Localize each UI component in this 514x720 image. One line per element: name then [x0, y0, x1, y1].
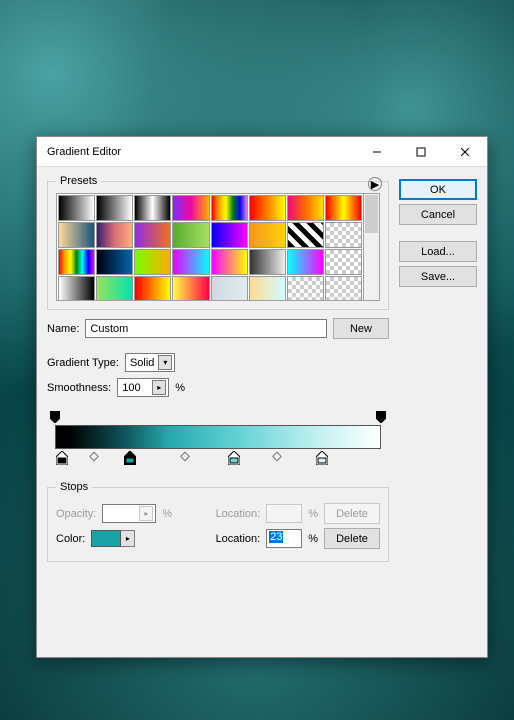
- chevron-right-icon: ▸: [139, 506, 153, 521]
- opacity-location-label: Location:: [216, 508, 261, 520]
- preset-swatch[interactable]: [211, 195, 248, 221]
- scrollbar-thumb[interactable]: [365, 195, 378, 233]
- name-label: Name:: [47, 323, 79, 335]
- preset-swatch[interactable]: [58, 249, 95, 275]
- cancel-button[interactable]: Cancel: [399, 204, 477, 225]
- midpoint-marker[interactable]: [272, 452, 282, 462]
- preset-swatch[interactable]: [172, 222, 209, 248]
- color-stop[interactable]: [56, 451, 68, 468]
- preset-swatch[interactable]: [287, 249, 324, 275]
- midpoint-marker[interactable]: [89, 452, 99, 462]
- chevron-down-icon: ▾: [158, 355, 172, 370]
- smoothness-input[interactable]: 100 ▸: [117, 378, 169, 397]
- delete-opacity-stop-button: Delete: [324, 503, 380, 524]
- preset-swatch[interactable]: [325, 276, 362, 301]
- color-location-input[interactable]: 23: [266, 529, 302, 548]
- save-button[interactable]: Save...: [399, 266, 477, 287]
- name-input[interactable]: [85, 319, 327, 338]
- preset-swatch[interactable]: [58, 276, 95, 301]
- gradient-preview-area: [47, 411, 389, 475]
- midpoint-marker[interactable]: [180, 452, 190, 462]
- opacity-stop[interactable]: [376, 411, 386, 421]
- gradient-bar[interactable]: [55, 425, 381, 449]
- preset-swatch[interactable]: [172, 249, 209, 275]
- preset-swatch[interactable]: [249, 222, 286, 248]
- preset-swatch[interactable]: [96, 249, 133, 275]
- titlebar[interactable]: Gradient Editor: [37, 137, 487, 167]
- preset-swatch[interactable]: [96, 222, 133, 248]
- preset-swatch[interactable]: [287, 195, 324, 221]
- gradient-type-select[interactable]: Solid ▾: [125, 353, 175, 372]
- color-flyout-button[interactable]: ▸: [121, 530, 135, 547]
- preset-swatch[interactable]: [96, 195, 133, 221]
- opacity-location-input: [266, 504, 302, 523]
- maximize-button[interactable]: [399, 137, 443, 166]
- preset-swatch[interactable]: [325, 195, 362, 221]
- minimize-icon: [372, 147, 382, 157]
- dialog-title: Gradient Editor: [47, 146, 121, 158]
- preset-swatch[interactable]: [58, 222, 95, 248]
- gradient-type-value: Solid: [130, 357, 154, 369]
- preset-swatch[interactable]: [211, 249, 248, 275]
- presets-legend: Presets: [60, 175, 97, 187]
- gradient-type-label: Gradient Type:: [47, 357, 119, 369]
- preset-swatch[interactable]: [325, 222, 362, 248]
- preset-swatch[interactable]: [134, 222, 171, 248]
- smoothness-label: Smoothness:: [47, 382, 111, 394]
- preset-swatch[interactable]: [96, 276, 133, 301]
- preset-swatch[interactable]: [172, 276, 209, 301]
- color-stop[interactable]: [316, 451, 328, 468]
- color-label: Color:: [56, 533, 85, 545]
- preset-swatch[interactable]: [325, 249, 362, 275]
- preset-scrollbar[interactable]: [364, 193, 380, 301]
- preset-swatch[interactable]: [287, 276, 324, 301]
- close-icon: [460, 147, 470, 157]
- smoothness-value: 100: [122, 382, 148, 394]
- stops-fieldset: Stops Opacity: ▸ % Location: % Delete Co…: [47, 481, 389, 562]
- color-stop-track[interactable]: [55, 451, 381, 467]
- preset-swatch[interactable]: [211, 276, 248, 301]
- preset-swatch[interactable]: [172, 195, 209, 221]
- opacity-stop[interactable]: [50, 411, 60, 421]
- preset-swatch[interactable]: [134, 249, 171, 275]
- opacity-input: ▸: [102, 504, 156, 523]
- opacity-stop-track[interactable]: [55, 411, 381, 423]
- play-icon: ▶: [371, 178, 379, 191]
- color-stop[interactable]: [124, 451, 136, 468]
- color-stop[interactable]: [228, 451, 240, 468]
- minimize-button[interactable]: [355, 137, 399, 166]
- color-well[interactable]: [91, 530, 121, 547]
- preset-swatch[interactable]: [249, 276, 286, 301]
- color-stop-row: Color: ▸ Location: 23 % Delete: [56, 528, 380, 549]
- preset-swatch[interactable]: [287, 222, 324, 248]
- stops-legend: Stops: [60, 481, 88, 493]
- preset-swatch[interactable]: [58, 195, 95, 221]
- maximize-icon: [416, 147, 426, 157]
- preset-swatch[interactable]: [211, 222, 248, 248]
- load-button[interactable]: Load...: [399, 241, 477, 262]
- presets-fieldset: Presets ▶: [47, 175, 389, 310]
- delete-color-stop-button[interactable]: Delete: [324, 528, 380, 549]
- ok-button[interactable]: OK: [399, 179, 477, 200]
- opacity-stop-row: Opacity: ▸ % Location: % Delete: [56, 503, 380, 524]
- preset-swatch[interactable]: [249, 195, 286, 221]
- chevron-down-icon: ▸: [152, 380, 166, 395]
- preset-swatch[interactable]: [134, 195, 171, 221]
- close-button[interactable]: [443, 137, 487, 166]
- gradient-editor-dialog: Gradient Editor Presets ▶: [36, 136, 488, 658]
- preset-swatch[interactable]: [134, 276, 171, 301]
- presets-flyout-button[interactable]: ▶: [368, 177, 382, 191]
- color-location-label: Location:: [216, 533, 261, 545]
- percent-label: %: [175, 382, 185, 394]
- preset-swatch[interactable]: [249, 249, 286, 275]
- preset-grid[interactable]: [56, 193, 364, 301]
- opacity-label: Opacity:: [56, 508, 96, 520]
- new-button[interactable]: New: [333, 318, 389, 339]
